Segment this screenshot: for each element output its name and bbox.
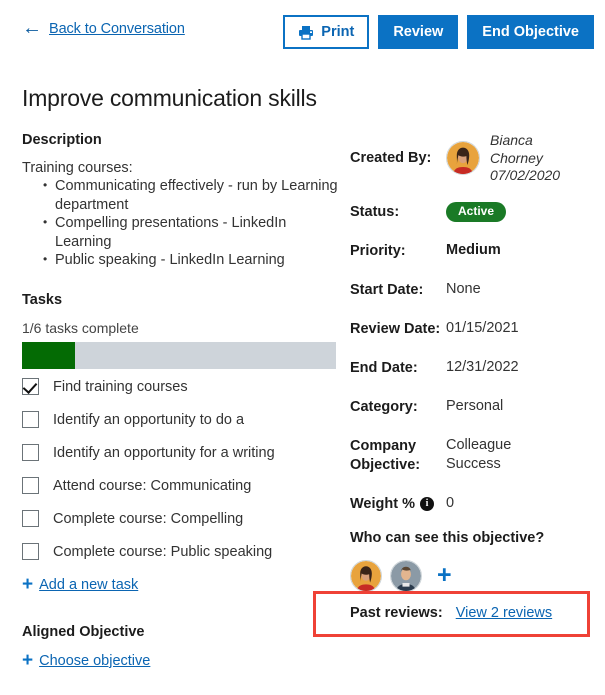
task-label: Complete course: Public speaking	[53, 544, 272, 560]
status-field: Status: Active	[350, 202, 600, 222]
avatar	[446, 141, 480, 175]
aligned-objective-heading: Aligned Objective	[22, 624, 340, 640]
review-date-field: Review Date: 01/15/2021	[350, 319, 600, 339]
choose-objective-label: Choose objective	[39, 653, 150, 669]
category-field: Category: Personal	[350, 397, 600, 417]
status-label: Status:	[350, 202, 446, 222]
creator-name-line2: Chorney	[490, 150, 560, 168]
task-label: Identify an opportunity to do a	[53, 412, 244, 428]
back-to-conversation-label: Back to Conversation	[49, 21, 185, 37]
review-date-label: Review Date:	[350, 319, 446, 339]
task-checkbox[interactable]	[22, 378, 39, 395]
arrow-left-icon: ←	[22, 18, 42, 38]
list-item: Compelling presentations - LinkedIn Lear…	[55, 214, 340, 251]
left-column: Description Training courses: Communicat…	[22, 132, 340, 671]
page-header: ← Back to Conversation Print Review End …	[0, 0, 605, 58]
task-label: Attend course: Communicating	[53, 478, 251, 494]
print-button[interactable]: Print	[283, 15, 369, 49]
priority-value: Medium	[446, 241, 501, 260]
choose-objective-link[interactable]: + Choose objective	[22, 652, 340, 671]
tasks-progress-text: 1/6 tasks complete	[22, 320, 340, 336]
add-new-task-link[interactable]: + Add a new task	[22, 576, 340, 595]
viewer-list: +	[350, 560, 600, 592]
creator-info: Bianca Chorney 07/02/2020	[490, 132, 560, 185]
add-viewer-button[interactable]: +	[437, 563, 452, 588]
task-checkbox[interactable]	[22, 444, 39, 461]
task-row[interactable]: Complete course: Compelling	[22, 504, 340, 534]
task-label: Find training courses	[53, 379, 188, 395]
company-objective-field: Company Objective: Colleague Success	[350, 436, 600, 475]
task-row[interactable]: Find training courses	[22, 372, 340, 402]
past-reviews-row: Past reviews: View 2 reviews	[350, 605, 552, 621]
plus-icon: +	[22, 575, 33, 594]
creator: Bianca Chorney 07/02/2020	[446, 132, 560, 185]
task-label: Identify an opportunity for a writing	[53, 445, 275, 461]
visibility-question: Who can see this objective?	[350, 530, 600, 546]
task-row[interactable]: Identify an opportunity to do a	[22, 405, 340, 435]
past-reviews-label: Past reviews:	[350, 605, 443, 621]
priority-field: Priority: Medium	[350, 241, 600, 261]
task-row[interactable]: Complete course: Public speaking	[22, 537, 340, 567]
end-date-label: End Date:	[350, 358, 446, 378]
category-label: Category:	[350, 397, 446, 417]
description-list: Communicating effectively - run by Learn…	[22, 177, 340, 270]
add-new-task-label: Add a new task	[39, 577, 138, 593]
info-icon[interactable]: i	[420, 497, 434, 511]
category-value: Personal	[446, 397, 503, 416]
status-badge: Active	[446, 202, 506, 222]
print-label: Print	[321, 24, 354, 40]
task-checkbox[interactable]	[22, 543, 39, 560]
view-reviews-link[interactable]: View 2 reviews	[456, 605, 552, 621]
creator-date: 07/02/2020	[490, 167, 560, 185]
tasks-progress-fill	[22, 342, 75, 369]
weight-value: 0	[446, 494, 454, 513]
start-date-value: None	[446, 280, 481, 299]
avatar[interactable]	[350, 560, 382, 592]
task-checkbox[interactable]	[22, 510, 39, 527]
priority-label: Priority:	[350, 241, 446, 261]
company-objective-value: Colleague Success	[446, 436, 511, 474]
weight-field: Weight % i 0	[350, 494, 600, 514]
review-button[interactable]: Review	[378, 15, 458, 49]
description-intro: Training courses:	[22, 160, 340, 176]
start-date-label: Start Date:	[350, 280, 446, 300]
plus-icon: +	[22, 651, 33, 670]
start-date-field: Start Date: None	[350, 280, 600, 300]
list-item: Public speaking - LinkedIn Learning	[55, 251, 340, 270]
aligned-objective-section: Aligned Objective + Choose objective	[22, 624, 340, 671]
list-item: Communicating effectively - run by Learn…	[55, 177, 340, 214]
task-checkbox[interactable]	[22, 411, 39, 428]
end-date-value: 12/31/2022	[446, 358, 519, 377]
avatar[interactable]	[390, 560, 422, 592]
weight-label: Weight %	[350, 494, 415, 514]
description-heading: Description	[22, 132, 340, 148]
review-date-value: 01/15/2021	[446, 319, 519, 338]
header-actions: Print Review End Objective	[283, 15, 594, 49]
right-column: Created By: Bianca Chorney 07/02/2020 St…	[350, 132, 600, 592]
tasks-heading: Tasks	[22, 292, 340, 308]
created-by-field: Created By: Bianca Chorney 07/02/2020	[350, 132, 600, 185]
company-objective-label: Company Objective:	[350, 436, 446, 475]
printer-icon	[298, 25, 314, 40]
task-label: Complete course: Compelling	[53, 511, 243, 527]
task-checkbox[interactable]	[22, 477, 39, 494]
task-row[interactable]: Identify an opportunity for a writing	[22, 438, 340, 468]
page-title: Improve communication skills	[22, 85, 317, 112]
creator-name-line1: Bianca	[490, 132, 560, 150]
tasks-section: Tasks 1/6 tasks complete Find training c…	[22, 292, 340, 595]
created-by-label: Created By:	[350, 148, 446, 168]
tasks-progress-bar	[22, 342, 336, 369]
end-date-field: End Date: 12/31/2022	[350, 358, 600, 378]
back-to-conversation-link[interactable]: ← Back to Conversation	[22, 19, 185, 39]
task-row[interactable]: Attend course: Communicating	[22, 471, 340, 501]
end-objective-button[interactable]: End Objective	[467, 15, 594, 49]
